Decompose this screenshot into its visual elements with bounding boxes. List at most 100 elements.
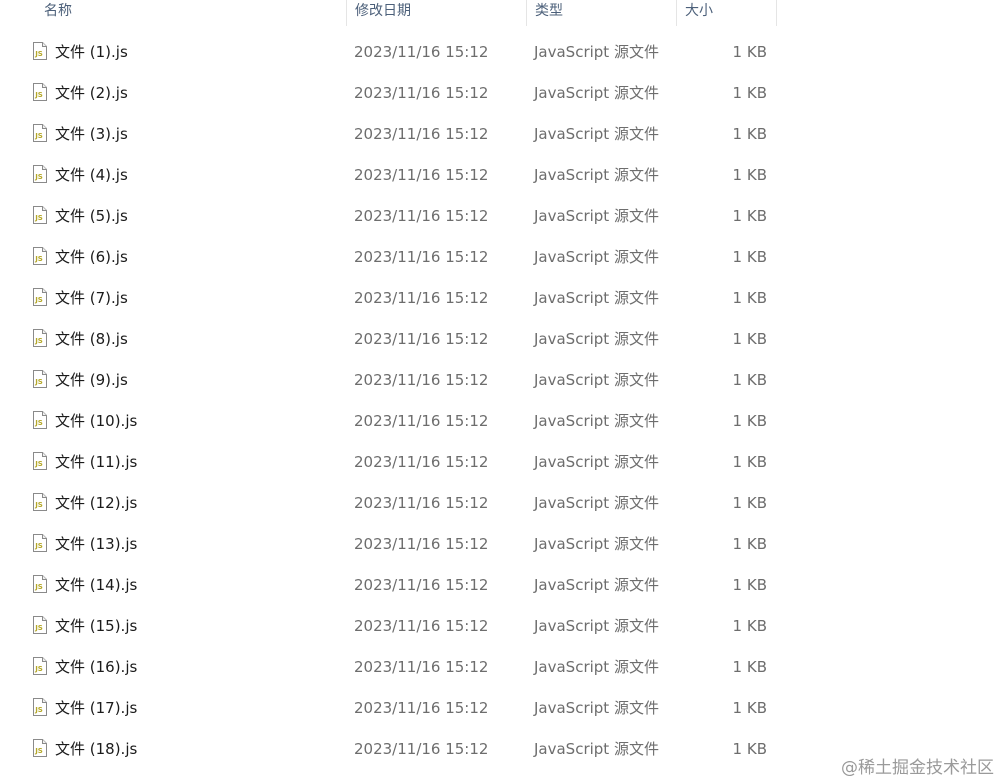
file-date-modified: 2023/11/16 15:12 [354, 125, 489, 143]
file-name: 文件 (1).js [55, 43, 128, 61]
file-name: 文件 (7).js [55, 289, 128, 307]
file-size: 1 KB [732, 453, 767, 471]
file-row[interactable]: JS 文件 (14).js 2023/11/16 15:12 JavaScrip… [0, 565, 1004, 606]
file-type: JavaScript 源文件 [534, 207, 659, 225]
column-header-bar: 名称 修改日期 类型 大小 [0, 0, 1004, 26]
file-row[interactable]: JS 文件 (16).js 2023/11/16 15:12 JavaScrip… [0, 647, 1004, 688]
file-row[interactable]: JS 文件 (3).js 2023/11/16 15:12 JavaScript… [0, 114, 1004, 155]
file-row[interactable]: JS 文件 (8).js 2023/11/16 15:12 JavaScript… [0, 319, 1004, 360]
js-file-icon: JS [33, 411, 47, 429]
file-list: JS 文件 (1).js 2023/11/16 15:12 JavaScript… [0, 32, 1004, 770]
svg-text:JS: JS [34, 173, 43, 181]
file-size: 1 KB [732, 84, 767, 102]
file-type: JavaScript 源文件 [534, 453, 659, 471]
js-file-icon: JS [33, 534, 47, 552]
svg-text:JS: JS [34, 296, 43, 304]
file-type: JavaScript 源文件 [534, 576, 659, 594]
svg-text:JS: JS [34, 665, 43, 673]
file-size: 1 KB [732, 166, 767, 184]
file-size: 1 KB [732, 289, 767, 307]
file-date-modified: 2023/11/16 15:12 [354, 43, 489, 61]
file-name: 文件 (3).js [55, 125, 128, 143]
js-file-icon: JS [33, 165, 47, 183]
svg-text:JS: JS [34, 542, 43, 550]
file-size: 1 KB [732, 617, 767, 635]
js-file-icon: JS [33, 206, 47, 224]
file-name: 文件 (14).js [55, 576, 138, 594]
file-size: 1 KB [732, 740, 767, 758]
file-row[interactable]: JS 文件 (4).js 2023/11/16 15:12 JavaScript… [0, 155, 1004, 196]
file-date-modified: 2023/11/16 15:12 [354, 84, 489, 102]
svg-text:JS: JS [34, 337, 43, 345]
file-row[interactable]: JS 文件 (1).js 2023/11/16 15:12 JavaScript… [0, 32, 1004, 73]
file-name: 文件 (13).js [55, 535, 138, 553]
file-size: 1 KB [732, 330, 767, 348]
file-type: JavaScript 源文件 [534, 699, 659, 717]
file-size: 1 KB [732, 207, 767, 225]
file-type: JavaScript 源文件 [534, 125, 659, 143]
file-date-modified: 2023/11/16 15:12 [354, 740, 489, 758]
file-row[interactable]: JS 文件 (7).js 2023/11/16 15:12 JavaScript… [0, 278, 1004, 319]
file-type: JavaScript 源文件 [534, 248, 659, 266]
file-type: JavaScript 源文件 [534, 84, 659, 102]
file-type: JavaScript 源文件 [534, 371, 659, 389]
svg-text:JS: JS [34, 132, 43, 140]
file-row[interactable]: JS 文件 (11).js 2023/11/16 15:12 JavaScrip… [0, 442, 1004, 483]
svg-text:JS: JS [34, 460, 43, 468]
svg-text:JS: JS [34, 91, 43, 99]
js-file-icon: JS [33, 329, 47, 347]
file-type: JavaScript 源文件 [534, 535, 659, 553]
file-type: JavaScript 源文件 [534, 43, 659, 61]
svg-text:JS: JS [34, 747, 43, 755]
file-name: 文件 (4).js [55, 166, 128, 184]
file-row[interactable]: JS 文件 (5).js 2023/11/16 15:12 JavaScript… [0, 196, 1004, 237]
file-name: 文件 (2).js [55, 84, 128, 102]
file-type: JavaScript 源文件 [534, 740, 659, 758]
file-name: 文件 (6).js [55, 248, 128, 266]
js-file-icon: JS [33, 452, 47, 470]
file-date-modified: 2023/11/16 15:12 [354, 494, 489, 512]
file-name: 文件 (15).js [55, 617, 138, 635]
file-row[interactable]: JS 文件 (17).js 2023/11/16 15:12 JavaScrip… [0, 688, 1004, 729]
file-row[interactable]: JS 文件 (12).js 2023/11/16 15:12 JavaScrip… [0, 483, 1004, 524]
file-row[interactable]: JS 文件 (9).js 2023/11/16 15:12 JavaScript… [0, 360, 1004, 401]
column-header-type[interactable]: 类型 [527, 0, 677, 26]
file-name: 文件 (9).js [55, 371, 128, 389]
js-file-icon: JS [33, 575, 47, 593]
file-type: JavaScript 源文件 [534, 166, 659, 184]
file-date-modified: 2023/11/16 15:12 [354, 330, 489, 348]
js-file-icon: JS [33, 493, 47, 511]
svg-text:JS: JS [34, 419, 43, 427]
svg-text:JS: JS [34, 214, 43, 222]
js-file-icon: JS [33, 616, 47, 634]
file-name: 文件 (10).js [55, 412, 138, 430]
file-date-modified: 2023/11/16 15:12 [354, 699, 489, 717]
svg-text:JS: JS [34, 501, 43, 509]
file-date-modified: 2023/11/16 15:12 [354, 576, 489, 594]
file-row[interactable]: JS 文件 (10).js 2023/11/16 15:12 JavaScrip… [0, 401, 1004, 442]
file-row[interactable]: JS 文件 (13).js 2023/11/16 15:12 JavaScrip… [0, 524, 1004, 565]
file-row[interactable]: JS 文件 (15).js 2023/11/16 15:12 JavaScrip… [0, 606, 1004, 647]
file-type: JavaScript 源文件 [534, 617, 659, 635]
file-row[interactable]: JS 文件 (2).js 2023/11/16 15:12 JavaScript… [0, 73, 1004, 114]
column-header-name[interactable]: 名称 [36, 0, 347, 26]
file-row[interactable]: JS 文件 (6).js 2023/11/16 15:12 JavaScript… [0, 237, 1004, 278]
js-file-icon: JS [33, 83, 47, 101]
file-name: 文件 (17).js [55, 699, 138, 717]
file-size: 1 KB [732, 43, 767, 61]
svg-text:JS: JS [34, 255, 43, 263]
file-type: JavaScript 源文件 [534, 658, 659, 676]
column-header-date-modified[interactable]: 修改日期 [347, 0, 527, 26]
column-header-size[interactable]: 大小 [677, 0, 777, 26]
file-date-modified: 2023/11/16 15:12 [354, 617, 489, 635]
file-size: 1 KB [732, 699, 767, 717]
file-size: 1 KB [732, 412, 767, 430]
file-date-modified: 2023/11/16 15:12 [354, 453, 489, 471]
file-type: JavaScript 源文件 [534, 330, 659, 348]
file-explorer: 名称 修改日期 类型 大小 JS 文件 (1).js 2023/11/16 15… [0, 0, 1004, 784]
file-name: 文件 (12).js [55, 494, 138, 512]
js-file-icon: JS [33, 288, 47, 306]
file-date-modified: 2023/11/16 15:12 [354, 248, 489, 266]
file-size: 1 KB [732, 494, 767, 512]
file-size: 1 KB [732, 248, 767, 266]
